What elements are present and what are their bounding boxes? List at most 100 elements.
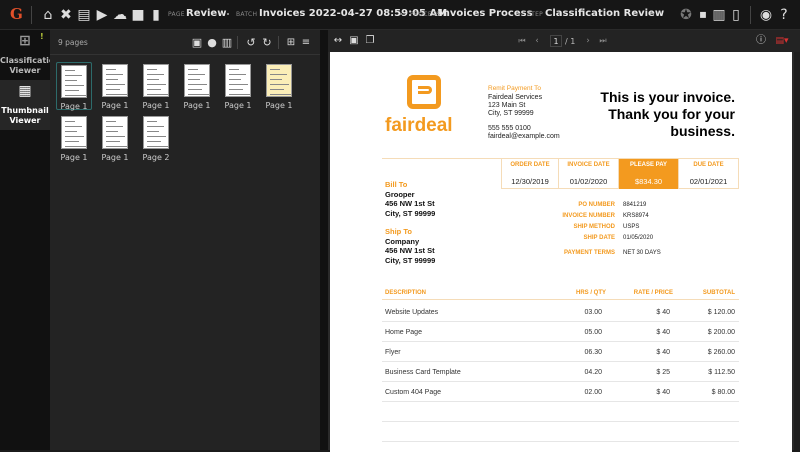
thumbnail-label: Page 1 <box>142 101 170 110</box>
sort-icon[interactable]: ≡ <box>298 35 314 51</box>
item-row: Business Card Template 04.20 $ 25 $ 112.50 <box>382 362 739 382</box>
thumbnail-page[interactable]: Page 1 <box>138 62 174 110</box>
fit-width-icon[interactable]: ↔ <box>330 33 346 49</box>
field-value: 8841219 <box>623 202 647 208</box>
field-label: PAYMENT TERMS <box>563 250 615 256</box>
tools-icon[interactable]: ✖ <box>58 7 74 23</box>
panel-splitter[interactable] <box>320 30 328 450</box>
invoice-headline: This is your invoice. Thank you for your b… <box>600 89 735 139</box>
invoice-page: fairdeal Remit Payment To Fairdeal Servi… <box>330 52 792 452</box>
last-page-icon[interactable]: ⏭ <box>595 33 611 49</box>
thumbnail-page[interactable]: Page 1 <box>56 114 92 162</box>
thumbnail-image <box>184 64 210 97</box>
rotate-left-icon[interactable]: ↺ <box>243 35 259 51</box>
field-label: SHIP METHOD <box>573 224 615 230</box>
classification-viewer-label: Classification Viewer <box>0 56 61 75</box>
batch-label: BATCH <box>236 11 258 18</box>
thumbnail-label: Page 2 <box>142 153 170 162</box>
item-row: Custom 404 Page 02.00 $ 40 $ 80.00 <box>382 382 739 402</box>
page-number-input[interactable]: 1 <box>550 35 562 47</box>
thumbnail-page[interactable]: Page 1 <box>220 62 256 110</box>
thumbnail-page[interactable]: Page 1 <box>179 62 215 110</box>
item-row: Home Page 05.00 $ 40 $ 200.00 <box>382 322 739 342</box>
thumbnail-image <box>225 64 251 97</box>
remit-address: Fairdeal Services 123 Main St City, ST 999… <box>488 94 560 140</box>
cloud-upload-icon[interactable]: ☁ <box>112 7 128 23</box>
thumbnail-image <box>102 64 128 97</box>
item-row: Flyer 06.30 $ 40 $ 260.00 <box>382 342 739 362</box>
bill-to: Bill To Grooper 456 NW 1st St City, ST 9999… <box>385 180 436 265</box>
stop-icon[interactable]: ⏹ <box>695 7 711 23</box>
pdf-menu-icon[interactable]: ▤▾ <box>774 33 790 49</box>
thumbnail-image <box>61 116 87 149</box>
field-label: PO NUMBER <box>578 202 615 208</box>
thumbnail-viewer-label: Thumbnail Viewer <box>1 106 49 125</box>
trash-icon[interactable]: ▥ <box>219 35 235 51</box>
field-value: KRS8974 <box>623 213 649 219</box>
home-icon[interactable]: ⌂ <box>40 7 56 23</box>
thumbnail-panel: 9 pages ▣ ● ▥ ↺ ↻ ⊞ ≡ Page 1 Page 1 Page 1… <box>50 30 320 450</box>
field-label: SHIP DATE <box>583 235 615 241</box>
thumbnail-page[interactable]: Page 1 <box>97 114 133 162</box>
step-value[interactable]: Classification Review <box>545 8 664 19</box>
item-row: Website Updates 03.00 $ 40 $ 120.00 <box>382 302 739 322</box>
page-total: / 1 <box>565 37 576 46</box>
bar-chart-icon[interactable]: ▮ <box>148 7 164 23</box>
next-page-icon[interactable]: › <box>580 33 596 49</box>
play-box-icon[interactable]: ▶ <box>94 7 110 23</box>
user-account-icon[interactable]: ◉ <box>758 7 774 23</box>
top-bar: G ⌂ ✖ ▤ ▶ ☁ ■ ▮ PAGE Review BATCH Invoic… <box>0 0 800 30</box>
app-logo[interactable]: G <box>10 5 24 25</box>
thumbnail-image <box>102 116 128 149</box>
thumbnail-label: Page 1 <box>224 101 252 110</box>
thumbnail-page[interactable]: Page 1 <box>56 62 92 111</box>
thumbnail-label: Page 1 <box>60 102 88 111</box>
thumbnail-image <box>143 64 169 97</box>
briefcase-clock-icon[interactable]: ■ <box>130 7 146 23</box>
fairdeal-logo-icon <box>407 75 441 109</box>
first-page-icon[interactable]: ⏮ <box>514 33 530 49</box>
hierarchy-icon[interactable]: ⊞ <box>283 35 299 51</box>
copy-pages-icon[interactable]: ❐ <box>362 33 378 49</box>
archive-icon[interactable]: ▤ <box>76 7 92 23</box>
classification-viewer-tab[interactable]: ⊞ Classification Viewer ! <box>0 30 61 80</box>
scrollbar[interactable] <box>794 52 800 450</box>
item-row <box>382 422 739 442</box>
process-label: PROCESS <box>410 11 441 18</box>
thumbnail-page[interactable]: Page 2 <box>138 114 174 162</box>
thumbnail-label: Page 1 <box>60 153 88 162</box>
thumbnail-label: Page 1 <box>265 101 293 110</box>
help-icon[interactable]: ? <box>776 7 792 23</box>
thumbnail-label: Page 1 <box>101 153 129 162</box>
rotate-right-icon[interactable]: ↻ <box>259 35 275 51</box>
prev-page-icon[interactable]: ‹ <box>529 33 545 49</box>
left-rail: ⊞ Classification Viewer ! ▦ Thumbnail Vi… <box>0 30 61 450</box>
item-row <box>382 402 739 422</box>
thumbnail-viewer-tab[interactable]: ▦ Thumbnail Viewer <box>0 80 50 130</box>
info-icon[interactable]: ⓘ <box>753 33 769 49</box>
field-value: NET 30 DAYS <box>623 250 661 256</box>
thumbnail-image <box>266 64 292 97</box>
remit-label: Remit Payment To <box>488 85 541 92</box>
viewer-toolbar: ↔ ▣ ❐ ⏮ ‹ 1 / 1 › ⏭ ⓘ ▤▾ <box>328 30 800 52</box>
page-label: PAGE <box>168 11 185 18</box>
page-value: Review <box>186 8 227 19</box>
fit-page-icon[interactable]: ▣ <box>346 33 362 49</box>
thumbnail-page[interactable]: Page 1 <box>97 62 133 110</box>
document-edit-icon[interactable]: ▣ <box>189 35 205 51</box>
book-icon[interactable]: ▯ <box>728 7 744 23</box>
document-viewer: ↔ ▣ ❐ ⏮ ‹ 1 / 1 › ⏭ ⓘ ▤▾ fairdeal Remit … <box>328 30 800 452</box>
divider <box>31 6 32 24</box>
delete-icon[interactable]: ▥ <box>711 7 727 23</box>
thumbnail-page[interactable]: Page 1 <box>261 62 297 110</box>
thumbnail-toolbar: 9 pages ▣ ● ▥ ↺ ↻ ⊞ ≡ <box>50 30 320 55</box>
field-value: USPS <box>623 224 640 230</box>
page-count: 9 pages <box>58 38 88 47</box>
thumbnail-label: Page 1 <box>101 101 129 110</box>
field-label: INVOICE NUMBER <box>562 213 615 219</box>
ocr-icon[interactable]: ● <box>204 35 220 51</box>
field-value: 01/05/2020 <box>623 235 654 241</box>
approve-badge-icon[interactable]: ✪ <box>678 7 694 23</box>
brand-name: fairdeal <box>385 115 453 136</box>
warning-badge: ! <box>40 32 44 41</box>
